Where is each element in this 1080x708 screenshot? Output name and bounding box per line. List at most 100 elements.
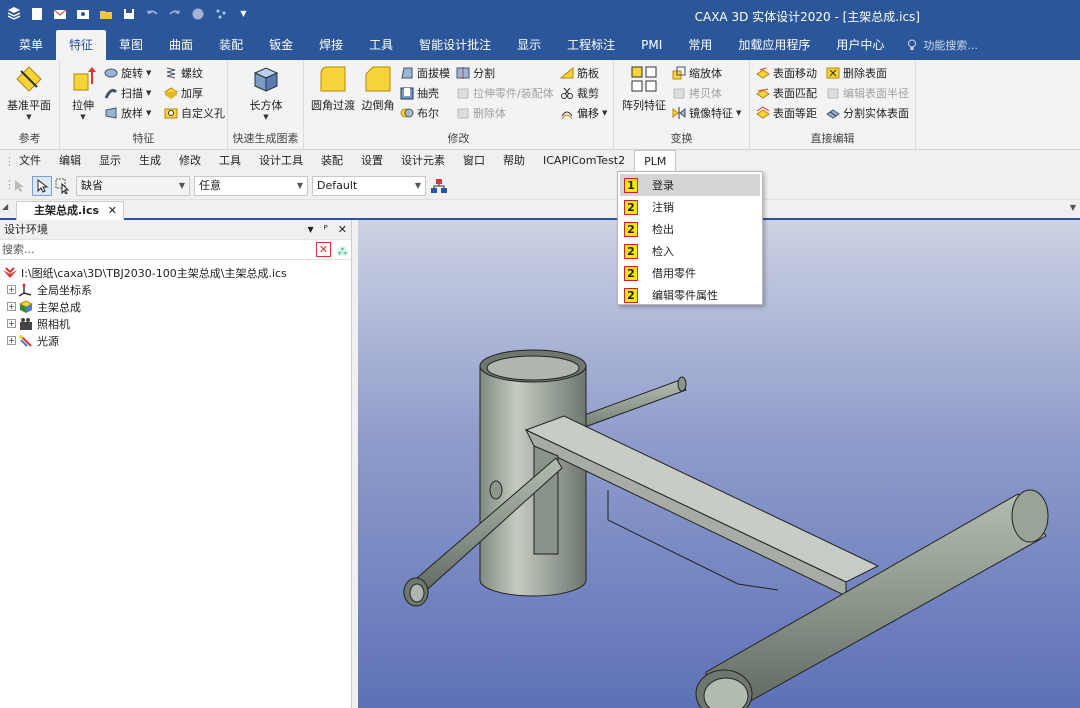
- panel-search[interactable]: 搜索... ✕ ⁂: [0, 240, 351, 260]
- expand-icon[interactable]: +: [7, 336, 16, 345]
- expand-icon[interactable]: +: [7, 319, 16, 328]
- menu-icapicomtest2[interactable]: ICAPIComTest2: [534, 150, 634, 172]
- menu-edit[interactable]: 编辑: [50, 150, 90, 172]
- split-button[interactable]: 分割: [456, 64, 495, 82]
- sparkle-icon[interactable]: [213, 6, 228, 21]
- shell-button[interactable]: 抽壳: [400, 84, 439, 102]
- pattern-feature-button[interactable]: 阵列特征: [618, 64, 670, 113]
- tab-engineering-annotation[interactable]: 工程标注: [554, 30, 628, 60]
- tree-item-camera[interactable]: + 照相机: [0, 315, 351, 332]
- tab-menu[interactable]: 菜单: [6, 30, 56, 60]
- feature-search[interactable]: 功能搜索...: [907, 30, 978, 60]
- tree-root[interactable]: I:\图纸\caxa\3D\TBJ2030-100主架总成\主架总成.ics: [0, 264, 351, 281]
- menu-settings[interactable]: 设置: [352, 150, 392, 172]
- close-icon[interactable]: ✕: [338, 220, 347, 240]
- datum-plane-button[interactable]: 基准平面 ▼: [6, 64, 52, 121]
- pin-icon[interactable]: ᴾ: [324, 220, 328, 240]
- qat-dropdown-icon[interactable]: ▼: [236, 6, 251, 21]
- menu-display[interactable]: 显示: [90, 150, 130, 172]
- boolean-button[interactable]: 布尔: [400, 104, 439, 122]
- open-icon[interactable]: [98, 6, 113, 21]
- tab-surface[interactable]: 曲面: [156, 30, 206, 60]
- tree-item-main-assembly[interactable]: + 主架总成: [0, 298, 351, 315]
- save-icon[interactable]: [121, 6, 136, 21]
- tab-load-apps[interactable]: 加载应用程序: [725, 30, 823, 60]
- thread-button[interactable]: 螺纹: [164, 64, 203, 82]
- doc-tab-main-assembly[interactable]: 主架总成.ics ✕: [16, 201, 124, 220]
- email-icon[interactable]: [75, 6, 90, 21]
- revolve-button[interactable]: 旋转 ▼: [104, 64, 151, 82]
- delete-body-button[interactable]: 删除体: [456, 104, 506, 122]
- match-face-button[interactable]: 表面匹配: [756, 84, 817, 102]
- custom-hole-button[interactable]: 自定义孔: [164, 104, 225, 122]
- select-box-icon[interactable]: [55, 178, 71, 197]
- tab-sketch[interactable]: 草图: [106, 30, 156, 60]
- split-face-button[interactable]: 分割实体表面: [826, 104, 909, 122]
- tab-pmi[interactable]: PMI: [628, 30, 675, 60]
- box-button[interactable]: 长方体 ▼: [246, 64, 286, 121]
- globe-icon[interactable]: [190, 6, 205, 21]
- menu-help[interactable]: 帮助: [494, 150, 534, 172]
- pick-disabled-icon[interactable]: [12, 178, 28, 197]
- tab-common[interactable]: 常用: [675, 30, 725, 60]
- copy-body-button[interactable]: 拷贝体: [672, 84, 722, 102]
- delete-face-button[interactable]: 删除表面: [826, 64, 887, 82]
- mail-icon[interactable]: [52, 6, 67, 21]
- plm-menu-item-checkin[interactable]: 2 检入: [620, 240, 760, 262]
- chamfer-button[interactable]: 边倒角: [358, 64, 398, 113]
- menu-design-tools[interactable]: 设计工具: [250, 150, 312, 172]
- redo-icon[interactable]: [167, 6, 182, 21]
- filter-icon[interactable]: ⁂: [337, 242, 348, 262]
- tab-user-center[interactable]: 用户中心: [823, 30, 897, 60]
- filter-combo[interactable]: 缺省 ▼: [76, 176, 190, 196]
- app-logo-icon[interactable]: [6, 6, 21, 21]
- menu-tools[interactable]: 工具: [210, 150, 250, 172]
- tab-assembly[interactable]: 装配: [206, 30, 256, 60]
- tree-item-global-coords[interactable]: + 全局坐标系: [0, 281, 351, 298]
- menu-window[interactable]: 窗口: [454, 150, 494, 172]
- style-combo[interactable]: Default ▼: [312, 176, 426, 196]
- trim-button[interactable]: 裁剪: [560, 84, 599, 102]
- rib-button[interactable]: 筋板: [560, 64, 599, 82]
- plm-menu-item-borrow-part[interactable]: 2 借用零件: [620, 262, 760, 284]
- extrude-button[interactable]: 拉伸 ▼: [66, 64, 100, 121]
- undo-icon[interactable]: [144, 6, 159, 21]
- plm-menu-item-edit-part-props[interactable]: 2 编辑零件属性: [620, 284, 760, 306]
- mirror-feature-button[interactable]: 镜像特征 ▼: [672, 104, 741, 122]
- expand-icon[interactable]: +: [7, 302, 16, 311]
- new-icon[interactable]: [29, 6, 44, 21]
- select-arrow-icon[interactable]: [32, 176, 52, 196]
- pick-mode-combo[interactable]: 任意 ▼: [194, 176, 308, 196]
- menu-modify[interactable]: 修改: [170, 150, 210, 172]
- tab-smart-annotation[interactable]: 智能设计批注: [406, 30, 504, 60]
- edit-face-radius-button[interactable]: 编辑表面半径: [826, 84, 909, 102]
- tab-tools[interactable]: 工具: [356, 30, 406, 60]
- menu-generate[interactable]: 生成: [130, 150, 170, 172]
- loft-button[interactable]: 放样 ▼: [104, 104, 151, 122]
- sweep-button[interactable]: 扫描 ▼: [104, 84, 151, 102]
- tree-item-light[interactable]: + 光源: [0, 332, 351, 349]
- tab-feature[interactable]: 特征: [56, 30, 107, 60]
- draft-button[interactable]: 面拔模: [400, 64, 450, 82]
- expand-icon[interactable]: +: [7, 285, 16, 294]
- hierarchy-icon[interactable]: [430, 178, 448, 197]
- scale-body-button[interactable]: 缩放体: [672, 64, 722, 82]
- offset-button[interactable]: 偏移 ▼: [560, 104, 607, 122]
- tab-list-icon[interactable]: ◢: [2, 202, 8, 211]
- tabs-dropdown-icon[interactable]: ▼: [1070, 203, 1076, 212]
- tab-display[interactable]: 显示: [504, 30, 554, 60]
- offset-face-button[interactable]: 表面等距: [756, 104, 817, 122]
- menu-assembly[interactable]: 装配: [312, 150, 352, 172]
- close-icon[interactable]: ✕: [108, 202, 117, 219]
- plm-menu-item-login[interactable]: 1 登录: [620, 174, 760, 196]
- menu-plm[interactable]: PLM: [634, 150, 677, 172]
- menu-design-elements[interactable]: 设计元素: [392, 150, 454, 172]
- panel-menu-icon[interactable]: ▼: [307, 220, 313, 240]
- thicken-button[interactable]: 加厚: [164, 84, 203, 102]
- tab-sheetmetal[interactable]: 钣金: [256, 30, 306, 60]
- pull-part-button[interactable]: 拉伸零件/装配体: [456, 84, 554, 102]
- plm-menu-item-checkout[interactable]: 2 检出: [620, 218, 760, 240]
- tab-weld[interactable]: 焊接: [306, 30, 356, 60]
- clear-search-icon[interactable]: ✕: [316, 242, 331, 257]
- plm-menu-item-logout[interactable]: 2 注销: [620, 196, 760, 218]
